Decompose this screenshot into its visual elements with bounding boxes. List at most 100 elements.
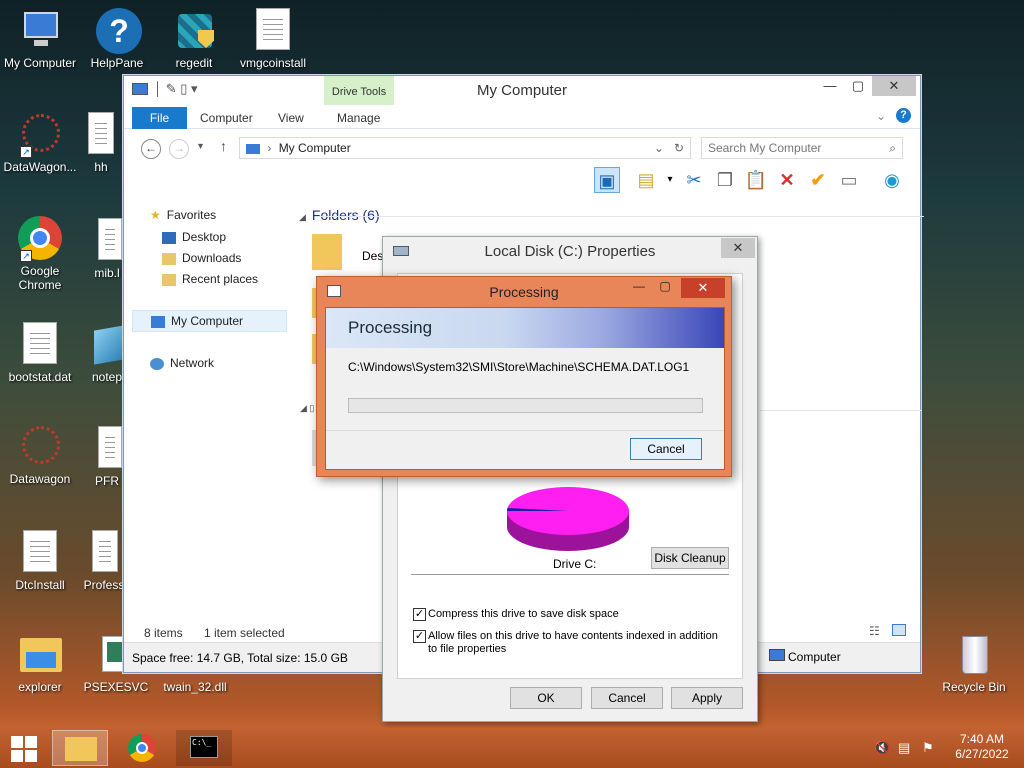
large-icons-view-icon[interactable] [892,624,906,636]
search-input[interactable]: Search My Computer ⌕ [701,137,903,159]
folders-header-label: Folders (6) [311,207,380,223]
folder-icon[interactable] [312,234,342,270]
search-icon[interactable]: ⌕ [889,138,896,158]
taskbar-explorer[interactable] [52,730,108,766]
close-button[interactable]: ✕ [721,238,755,258]
taskbar: C:\_ 🔇 ▤ ⚑ 7:40 AM 6/27/2022 [0,728,1024,768]
close-button[interactable]: ✕ [681,278,725,298]
cut-icon[interactable]: ✂ [681,167,707,193]
desktop-icon-bootstat[interactable]: bootstat.dat [0,322,80,384]
ok-button[interactable]: OK [510,687,582,709]
desktop-icon-dtcinstall[interactable]: DtcInstall [0,530,80,592]
icon-label: hh [94,160,108,174]
preview-pane-icon[interactable]: ▣ [594,167,620,193]
compress-checkbox[interactable]: ✓ [413,608,426,621]
address-dropdown-icon[interactable]: ⌄ [654,138,664,158]
desktop-icon-datawagon-shortcut[interactable]: ↗ DataWagon... [0,112,80,174]
file-icon [18,530,62,574]
minimize-button[interactable]: — [816,76,844,96]
details-view-icon[interactable]: ☷ [869,624,880,638]
folder-icon [18,632,62,676]
progress-bar [348,398,703,413]
start-button[interactable] [0,730,48,766]
sidebar-item-desktop[interactable]: Desktop [162,230,226,244]
copy-icon[interactable]: ❐ [712,167,738,193]
sidebar-item-downloads[interactable]: Downloads [162,251,241,265]
desktop-icon-notepad[interactable]: notep [88,322,126,384]
tab-manage[interactable]: Manage [327,107,390,129]
icon-label: mib.l [94,266,120,280]
clock[interactable]: 7:40 AM 6/27/2022 [950,732,1014,762]
desktop-icon-recycle-bin[interactable]: Recycle Bin [934,632,1014,694]
sidebar-item-label: Desktop [182,230,227,244]
properties-dropdown-icon[interactable]: ▾ [657,167,683,193]
tab-file[interactable]: File [132,107,187,129]
favorites-item[interactable]: ★ Favorites [150,208,216,222]
sidebar-item-network[interactable]: Network [150,356,214,370]
paste-icon[interactable]: 📋 [743,167,769,193]
help-icon: ? [95,8,142,54]
title-bar: │ ✎ ▯ ▾ Drive Tools My Computer — ▢ ✕ [124,76,920,105]
desktop-icon-regedit[interactable]: regedit [154,8,234,70]
taskbar-chrome[interactable] [114,730,170,766]
devices-collapse-icon[interactable]: ◢ ▯ [300,403,314,414]
disk-cleanup-button[interactable]: Disk Cleanup [651,547,729,569]
shell-icon[interactable]: ◉ [879,167,905,193]
cancel-button[interactable]: Cancel [630,438,702,460]
desktop-icon-vmgcoinstall[interactable]: vmgcoinstall [233,8,313,70]
processing-dialog: Processing — ▢ ✕ Processing C:\Windows\S… [316,276,732,477]
sidebar-item-my-computer[interactable]: My Computer [132,310,287,332]
icon-label: bootstat.dat [8,370,72,384]
forward-button[interactable]: → [169,139,189,159]
desktop-icon-explorer[interactable]: explorer [0,632,80,694]
computer-icon [18,8,62,52]
close-button[interactable]: ✕ [872,76,916,96]
processing-path: C:\Windows\System32\SMI\Store\Machine\SC… [348,360,690,374]
recycle-bin-icon [952,632,996,676]
action-center-icon[interactable]: ⚑ [922,740,934,756]
recent-locations-icon[interactable]: ▾ [198,141,203,152]
index-label: Allow files on this drive to have conten… [428,630,718,655]
index-checkbox[interactable]: ✓ [413,630,426,643]
tab-computer[interactable]: Computer [190,107,263,129]
desktop-icon [162,231,176,244]
help-icon[interactable]: ? [896,108,911,123]
rename-icon[interactable]: ▭ [836,167,862,193]
volume-muted-icon[interactable]: 🔇 [874,740,890,756]
help-file-icon [79,112,123,156]
refresh-icon[interactable]: ↻ [674,138,684,158]
desktop-icon-google-chrome[interactable]: ↗ Google Chrome [0,216,80,292]
delete-icon[interactable]: ✕ [774,167,800,193]
cancel-button[interactable]: Cancel [591,687,663,709]
address-bar-row: ← → ▾ ↑ › My Computer ⌄ ↻ Search My Comp… [124,133,920,165]
tab-view[interactable]: View [268,107,314,129]
network-icon[interactable]: ▤ [898,740,910,756]
address-field[interactable]: › My Computer ⌄ ↻ [239,137,691,159]
properties-icon[interactable]: ▤ [633,167,659,193]
desktop-icon-professional[interactable]: Profess [83,530,125,592]
desktop-icon-datawagon[interactable]: Datawagon [0,424,80,486]
sidebar-item-recent-places[interactable]: Recent places [162,272,258,286]
icon-label: PSEXESVC [83,680,149,694]
desktop-icon-mib[interactable]: mib.l [88,218,126,280]
maximize-button[interactable]: ▢ [844,76,872,96]
ribbon-expand-icon[interactable]: ⌄ [876,109,886,123]
taskbar-cmd[interactable]: C:\_ [176,730,232,766]
back-button[interactable]: ← [141,139,161,159]
checkmark-icon[interactable]: ✔ [805,167,831,193]
up-icon[interactable]: ↑ [220,138,227,154]
minimize-button[interactable]: — [627,279,651,299]
folders-header[interactable]: ◢ Folders (6) [299,207,380,223]
chrome-icon: ↗ [18,216,62,262]
processing-body: Processing C:\Windows\System32\SMI\Store… [325,307,725,470]
icon-label: explorer [18,680,62,694]
desktop-icon-my-computer[interactable]: My Computer [0,8,80,70]
computer-icon [246,143,260,154]
desktop-icon-pfr[interactable]: PFR [88,426,126,488]
desktop-icon-hh[interactable]: hh [78,112,124,174]
apply-button[interactable]: Apply [671,687,743,709]
desktop-icon-helppane[interactable]: ? HelpPane [77,8,157,70]
clock-date: 6/27/2022 [955,747,1009,761]
address-text: My Computer [278,141,351,155]
maximize-button[interactable]: ▢ [653,279,677,299]
